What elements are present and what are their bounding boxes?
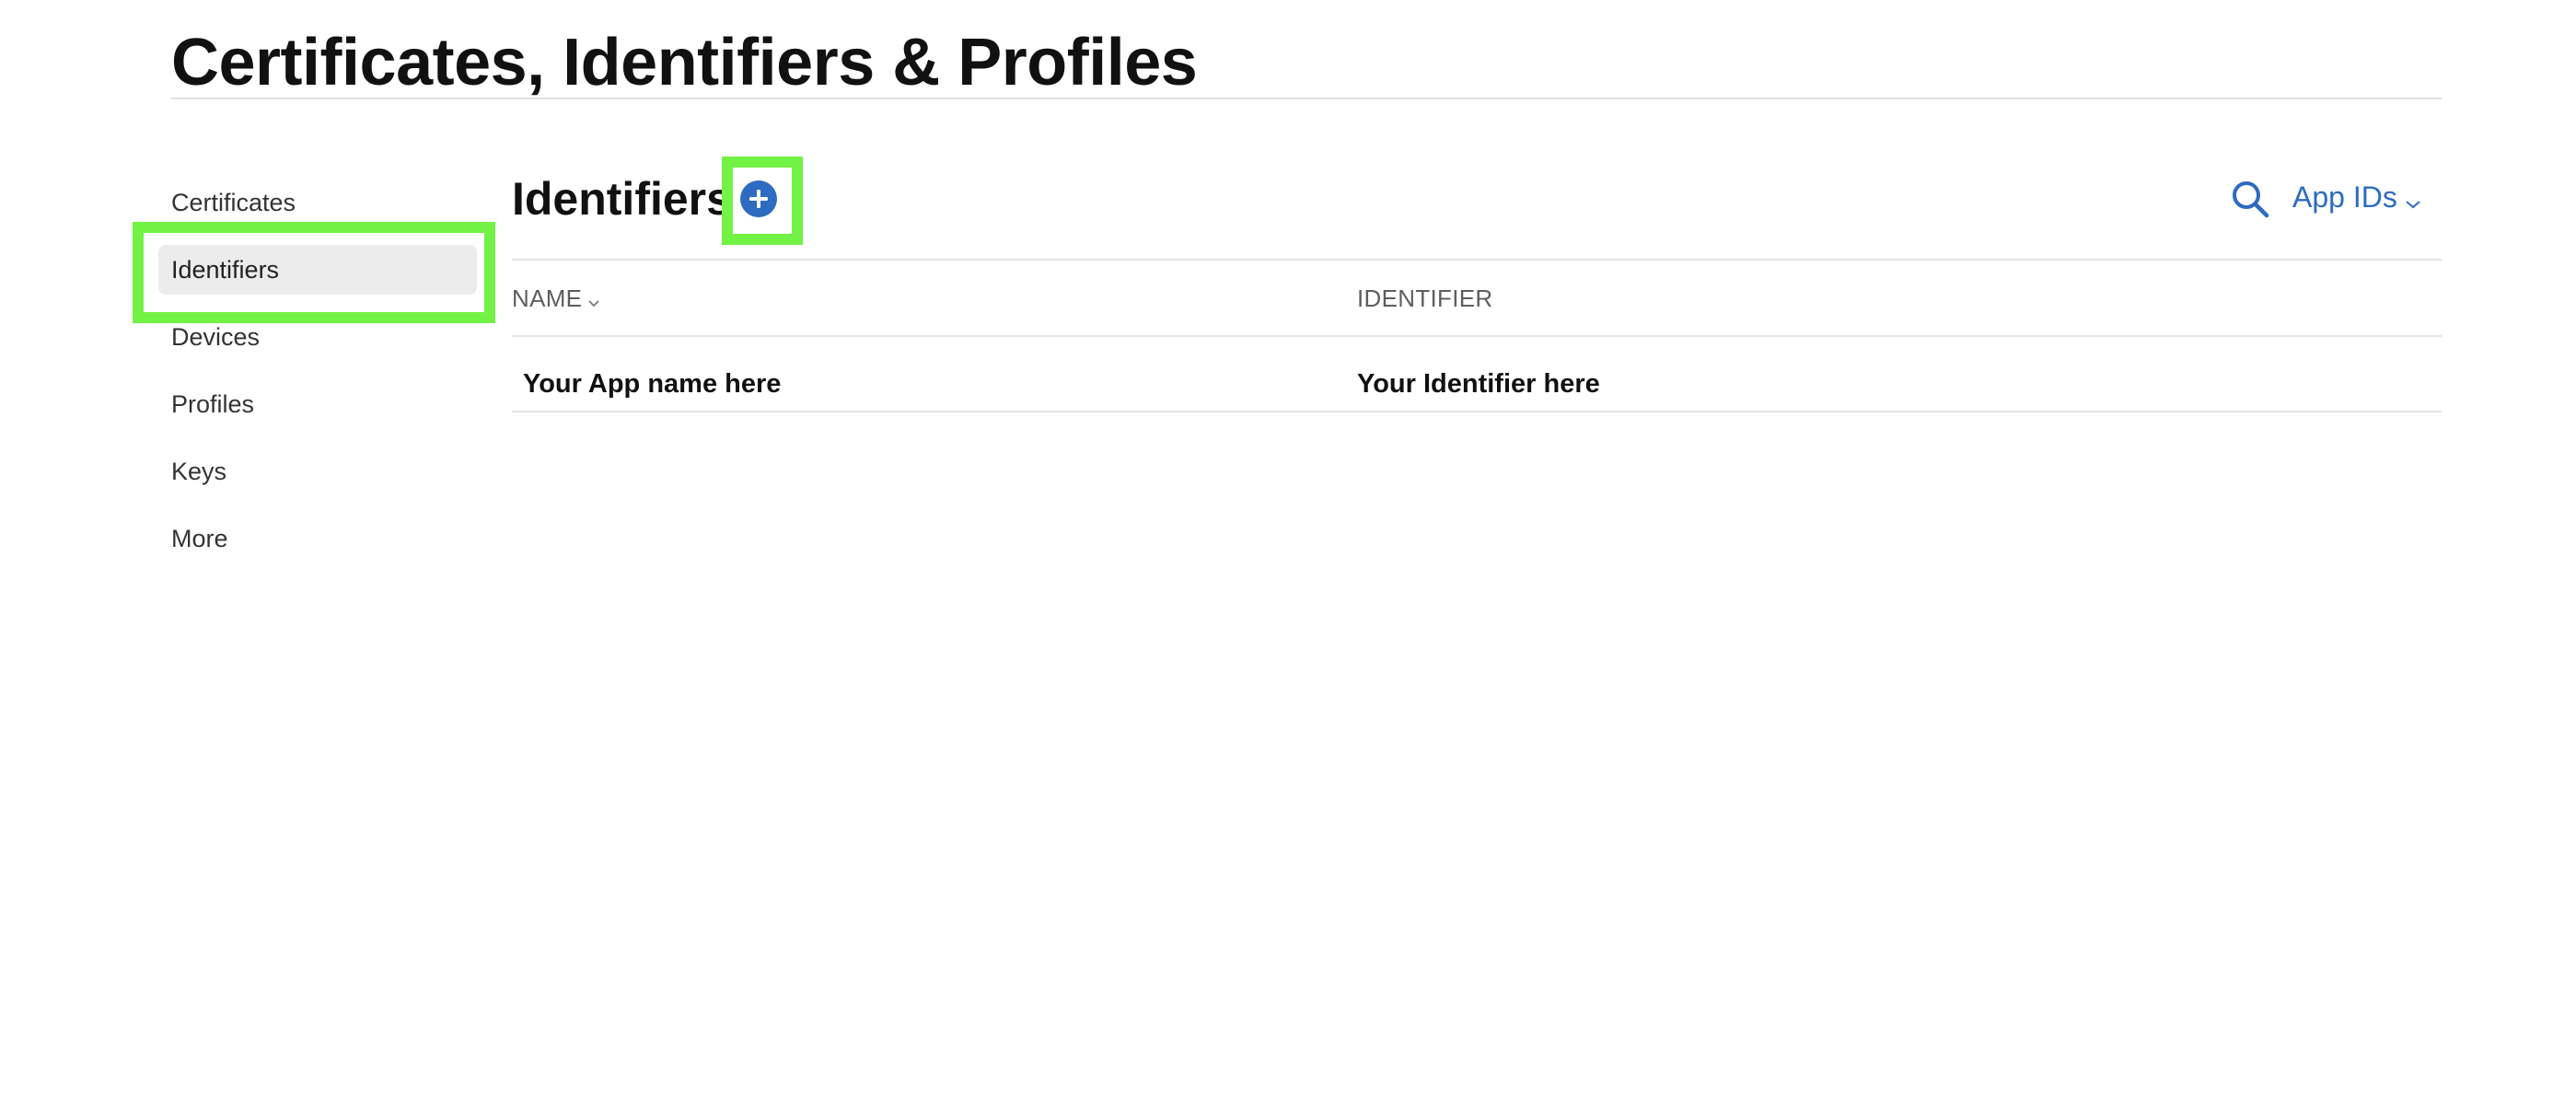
table-header-divider bbox=[512, 335, 2442, 337]
cell-name: Your App name here bbox=[523, 369, 782, 399]
sidebar-item-certificates[interactable]: Certificates bbox=[171, 187, 296, 218]
page: Certificates, Identifiers & Profiles Cer… bbox=[0, 0, 2576, 1114]
page-title: Certificates, Identifiers & Profiles bbox=[171, 26, 1198, 99]
cell-identifier: Your Identifier here bbox=[1357, 369, 1600, 399]
identifier-type-value: App IDs bbox=[2292, 180, 2397, 214]
column-header-identifier[interactable]: IDENTIFIER bbox=[1357, 284, 1492, 313]
plus-circle-icon bbox=[749, 190, 768, 208]
column-header-name[interactable]: NAME bbox=[512, 284, 600, 315]
sidebar-item-devices[interactable]: Devices bbox=[171, 321, 260, 353]
sidebar-item-profiles[interactable]: Profiles bbox=[171, 389, 254, 420]
column-header-name-label: NAME bbox=[512, 284, 583, 312]
add-identifier-button[interactable] bbox=[740, 180, 777, 217]
header-divider bbox=[512, 259, 2442, 261]
identifier-type-select[interactable]: App IDs bbox=[2292, 179, 2421, 218]
chevron-down-icon bbox=[2405, 181, 2421, 218]
sidebar-item-identifiers[interactable]: Identifiers bbox=[171, 254, 279, 285]
search-icon[interactable] bbox=[2230, 179, 2270, 219]
sidebar-item-more[interactable]: More bbox=[171, 523, 228, 554]
table-row-divider bbox=[512, 411, 2442, 412]
title-divider bbox=[171, 98, 2442, 99]
sort-chevron-icon bbox=[587, 285, 600, 315]
sidebar-item-keys[interactable]: Keys bbox=[171, 456, 226, 487]
section-title: Identifiers bbox=[512, 173, 732, 225]
